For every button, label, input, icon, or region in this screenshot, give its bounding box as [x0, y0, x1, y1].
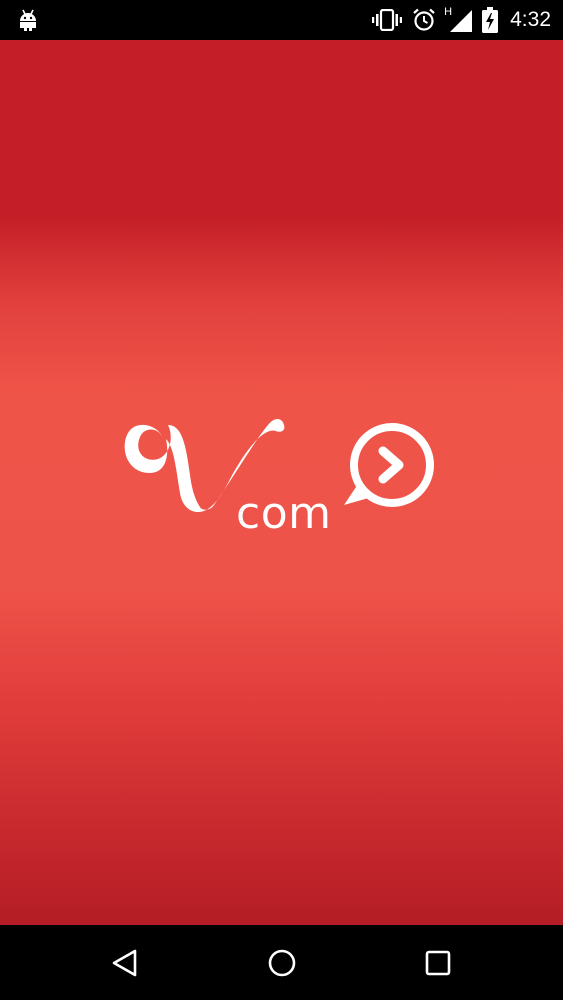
status-icons: H 4:32 — [372, 0, 551, 40]
back-icon — [112, 949, 137, 977]
logo-text: com — [236, 488, 332, 539]
battery-charging-icon — [482, 7, 499, 33]
alarm-icon — [413, 8, 435, 31]
recents-button[interactable] — [418, 943, 458, 983]
back-button[interactable] — [105, 943, 145, 983]
recents-icon — [425, 950, 451, 976]
navigation-bar — [0, 925, 563, 1000]
network-label: H — [444, 6, 453, 18]
signal-icon: H — [444, 6, 473, 32]
status-time: 4:32 — [510, 8, 551, 31]
home-button[interactable] — [262, 943, 302, 983]
home-icon — [268, 949, 296, 977]
splash-screen: com — [0, 40, 563, 925]
android-icon — [17, 8, 39, 32]
vibrate-icon — [372, 9, 403, 31]
app-logo: com — [118, 375, 448, 536]
status-bar: H 4:32 — [0, 0, 563, 40]
